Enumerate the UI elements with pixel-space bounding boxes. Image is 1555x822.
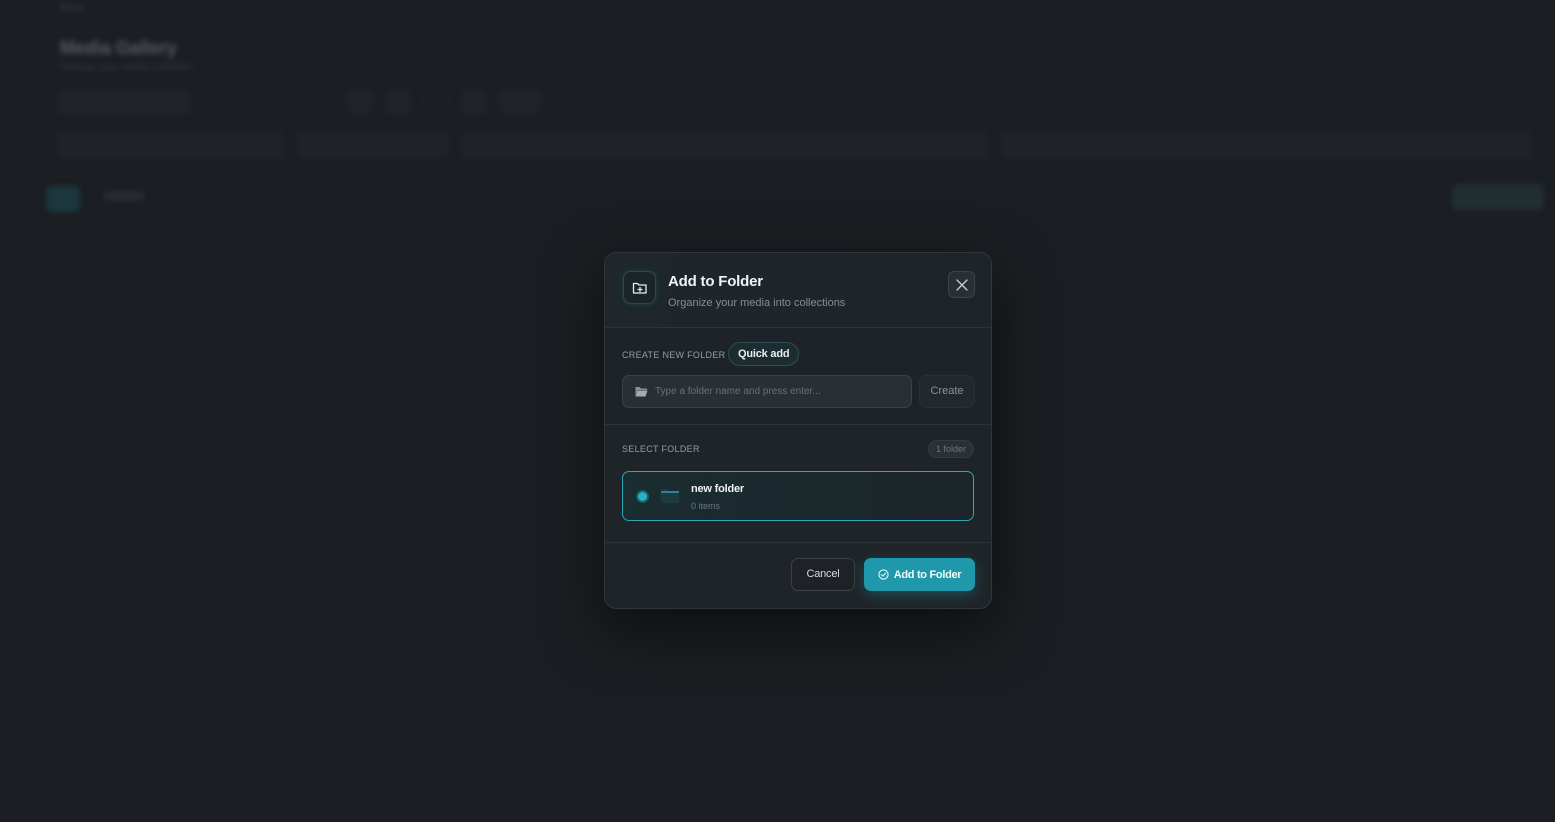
close-button[interactable]	[948, 271, 975, 298]
upload-button[interactable]	[500, 90, 540, 114]
folder-item-count: 0 items	[691, 501, 721, 511]
create-folder-section: CREATE NEW FOLDER Quick add Create	[605, 328, 991, 425]
tab-label	[104, 191, 144, 201]
folder-button[interactable]	[462, 90, 486, 114]
back-link[interactable]: Back	[60, 2, 84, 14]
create-button[interactable]: Create	[919, 375, 975, 408]
add-to-folder-button[interactable]: Add to Folder	[864, 558, 975, 591]
select-folder-label: SELECT FOLDER	[622, 444, 700, 454]
sort-dropdown[interactable]	[58, 90, 190, 114]
page-title: Media Gallery	[60, 38, 178, 58]
grid-view-button[interactable]	[348, 90, 372, 114]
folder-name-input[interactable]	[655, 376, 905, 407]
folder-open-icon	[635, 387, 648, 397]
type-filter[interactable]	[58, 132, 284, 158]
list-view-button[interactable]	[386, 90, 410, 114]
filter-button[interactable]	[424, 90, 448, 114]
date-filter[interactable]	[298, 132, 448, 158]
filter-bar	[58, 132, 1536, 160]
close-icon	[955, 278, 968, 291]
create-folder-label: CREATE NEW FOLDER	[622, 350, 726, 360]
check-circle-icon	[878, 569, 889, 580]
range-slider-1[interactable]	[462, 132, 988, 158]
folder-option[interactable]: new folder 0 items	[622, 471, 974, 521]
folder-name-field[interactable]	[622, 375, 912, 408]
toolbar	[58, 88, 540, 116]
dialog-header: Add to Folder Organize your media into c…	[605, 253, 991, 328]
folder-plus-icon	[623, 271, 656, 304]
add-to-folder-label: Add to Folder	[893, 568, 962, 581]
select-all-button[interactable]	[1452, 184, 1544, 210]
search-box[interactable]	[204, 90, 334, 114]
dialog-footer: Cancel Add to Folder	[605, 543, 991, 608]
tab-all-icon[interactable]	[46, 186, 80, 212]
radio-selected-icon[interactable]	[636, 490, 649, 503]
page-subtitle: Manage your media collection	[60, 62, 193, 73]
add-to-folder-dialog: Add to Folder Organize your media into c…	[604, 252, 992, 609]
dialog-subtitle: Organize your media into collections	[668, 297, 846, 309]
select-folder-section: SELECT FOLDER 1 folder new folder 0 item…	[605, 425, 991, 543]
quick-add-badge: Quick add	[728, 342, 800, 366]
range-slider-2[interactable]	[1002, 132, 1532, 158]
cancel-button[interactable]: Cancel	[791, 558, 855, 591]
folder-name: new folder	[691, 483, 745, 495]
folder-count-badge: 1 folder	[928, 440, 975, 458]
folder-icon	[661, 489, 679, 503]
dialog-title: Add to Folder	[668, 273, 763, 290]
